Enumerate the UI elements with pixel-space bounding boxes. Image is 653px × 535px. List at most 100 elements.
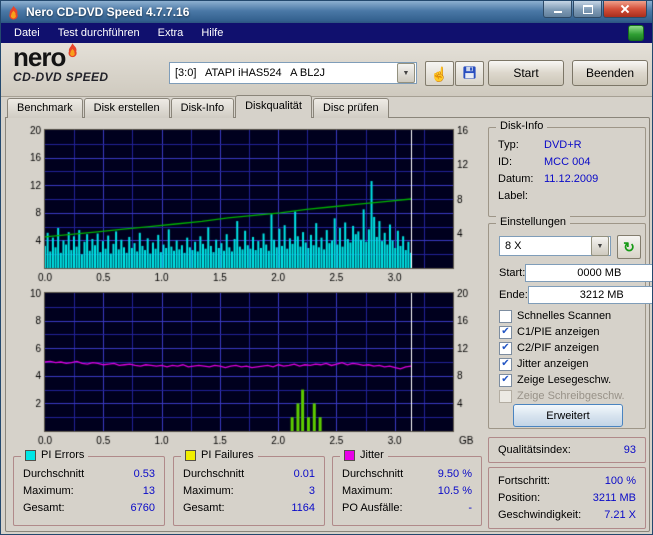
row-label: Typ: bbox=[498, 139, 519, 151]
tab-disc-pruefen[interactable]: Disc prüfen bbox=[312, 98, 389, 118]
quality-index-label: Qualitätsindex: bbox=[498, 444, 571, 456]
row-label: PO Ausfälle: bbox=[342, 502, 403, 514]
row-label: Maximum: bbox=[342, 485, 393, 497]
maximize-icon bbox=[582, 4, 593, 14]
checkbox-label: C1/PIE anzeigen bbox=[517, 326, 600, 338]
quit-button-label: Beenden bbox=[585, 66, 635, 80]
checkbox-box: ✔ bbox=[499, 373, 512, 387]
row-value: 6760 bbox=[130, 502, 155, 514]
titlebar[interactable]: Nero CD-DVD Speed 4.7.7.16 bbox=[1, 1, 652, 23]
advanced-button[interactable]: Erweitert bbox=[513, 404, 623, 427]
end-mb-row: Ende: bbox=[499, 286, 652, 304]
advanced-button-label: Erweitert bbox=[546, 409, 590, 422]
settings-group: Einstellungen 8 X ▼ ↻ Start: Ende: Schne… bbox=[488, 216, 652, 429]
chevron-down-icon[interactable]: ▼ bbox=[397, 63, 415, 83]
row-label: Position: bbox=[498, 492, 541, 504]
pi-errors-stats-box: PI Errors Durchschnitt 0.53 Maximum: 13 … bbox=[13, 449, 165, 526]
quality-index-box: Qualitätsindex: 93 bbox=[488, 437, 646, 463]
stat-row: Gesamt: 6760 bbox=[14, 500, 164, 517]
speed-row: Geschwindigkeit: 7.21 X bbox=[489, 507, 645, 524]
logo-subtext: CD-DVD SPEED bbox=[13, 70, 109, 84]
quality-index-value: 93 bbox=[623, 444, 636, 456]
flame-icon bbox=[66, 43, 79, 58]
position-row: Position: 3211 MB bbox=[489, 490, 645, 507]
checkbox-zeige-lesegeschw[interactable]: ✔ Zeige Lesegeschw. bbox=[499, 372, 643, 388]
pi-failures-color-swatch bbox=[185, 449, 196, 461]
row-value: 11.12.2009 bbox=[544, 173, 599, 185]
stat-row: Durchschnitt 9.50 % bbox=[333, 466, 481, 483]
tab-disk-info[interactable]: Disk-Info bbox=[170, 98, 235, 118]
eject-button[interactable]: ☝ bbox=[425, 61, 454, 86]
checkbox-c1-pie-anzeigen[interactable]: ✔ C1/PIE anzeigen bbox=[499, 324, 643, 340]
tab-diskqualitaet[interactable]: Diskqualität bbox=[235, 95, 312, 118]
stat-row: Maximum: 3 bbox=[174, 483, 324, 500]
row-value: 3 bbox=[308, 485, 315, 497]
settings-title: Einstellungen bbox=[496, 216, 571, 228]
stat-row: Gesamt: 1164 bbox=[174, 500, 324, 517]
chevron-down-icon[interactable]: ▼ bbox=[591, 236, 609, 256]
speed-select[interactable]: 8 X ▼ bbox=[499, 236, 611, 256]
start-button-label: Start bbox=[513, 66, 539, 80]
tab-label: Benchmark bbox=[17, 102, 73, 114]
row-label: Maximum: bbox=[23, 485, 74, 497]
checkbox-c2-pif-anzeigen[interactable]: ✔ C2/PIF anzeigen bbox=[499, 340, 643, 356]
row-value: DVD+R bbox=[544, 139, 582, 151]
close-button[interactable] bbox=[603, 1, 647, 18]
stat-row: Maximum: 10.5 % bbox=[333, 483, 481, 500]
disk-info-row-id: ID: MCC 004 bbox=[489, 154, 645, 171]
tab-label: Diskqualität bbox=[245, 100, 302, 112]
save-button[interactable] bbox=[455, 61, 484, 86]
stats-box-title: PI Failures bbox=[201, 449, 254, 461]
tab-disk-erstellen[interactable]: Disk erstellen bbox=[83, 98, 170, 118]
row-value: 13 bbox=[142, 485, 155, 497]
nero-green-icon bbox=[628, 25, 644, 41]
minimize-button[interactable] bbox=[543, 1, 572, 18]
end-mb-input[interactable] bbox=[527, 286, 652, 304]
checkbox-label: Zeige Lesegeschw. bbox=[517, 374, 612, 386]
tabstrip: Benchmark Disk erstellen Disk-Info Diskq… bbox=[5, 95, 648, 118]
quit-button[interactable]: Beenden bbox=[572, 60, 648, 86]
row-value: 3211 MB bbox=[592, 492, 636, 504]
row-label: ID: bbox=[498, 156, 513, 168]
progress-box: Fortschritt: 100 % Position: 3211 MB Ges… bbox=[488, 467, 646, 529]
menu-datei[interactable]: Datei bbox=[5, 24, 49, 42]
row-label: Maximum: bbox=[183, 485, 234, 497]
minimize-icon bbox=[553, 11, 562, 13]
checkbox-label: Zeige Schreibgeschw. bbox=[517, 390, 625, 402]
row-label: Fortschritt: bbox=[498, 475, 550, 487]
start-button[interactable]: Start bbox=[488, 60, 564, 86]
row-value: MCC 004 bbox=[544, 156, 591, 168]
logo-text: nero bbox=[13, 42, 66, 72]
tab-benchmark[interactable]: Benchmark bbox=[7, 98, 83, 118]
stat-row: PO Ausfälle: - bbox=[333, 500, 481, 517]
disk-info-group: Disk-Info Typ: DVD+R ID: MCC 004 Datum: … bbox=[488, 120, 646, 217]
window-controls bbox=[542, 1, 647, 18]
maximize-button[interactable] bbox=[573, 1, 602, 18]
tab-label: Disc prüfen bbox=[322, 102, 379, 114]
checkbox-box: ✔ bbox=[499, 357, 512, 371]
menu-extra[interactable]: Extra bbox=[149, 24, 193, 42]
hand-icon: ☝ bbox=[430, 65, 449, 82]
app-window: Nero CD-DVD Speed 4.7.7.16 Datei Test du… bbox=[0, 0, 653, 535]
stat-row: Durchschnitt 0.53 bbox=[14, 466, 164, 483]
row-label: Durchschnitt bbox=[23, 468, 85, 480]
close-icon bbox=[620, 4, 630, 14]
row-value: - bbox=[468, 502, 472, 514]
row-value: 0.53 bbox=[133, 468, 155, 480]
checkbox-schnelles-scannen[interactable]: Schnelles Scannen bbox=[499, 308, 643, 324]
menu-test-durchfuehren[interactable]: Test durchführen bbox=[49, 24, 149, 42]
checkbox-label: Jitter anzeigen bbox=[517, 358, 589, 370]
row-label: Gesamt: bbox=[183, 502, 225, 514]
disk-info-row-label: Label: bbox=[489, 188, 645, 205]
checkbox-jitter-anzeigen[interactable]: ✔ Jitter anzeigen bbox=[499, 356, 643, 372]
refresh-button[interactable]: ↻ bbox=[617, 235, 641, 259]
floppy-icon bbox=[462, 65, 477, 83]
drive-select[interactable]: [3:0] ATAPI iHAS524 A BL2J ▼ bbox=[169, 62, 417, 84]
app-icon bbox=[6, 5, 21, 20]
settings-checkboxes: Schnelles Scannen ✔ C1/PIE anzeigen ✔ C2… bbox=[499, 308, 643, 404]
checkbox-zeige-schreibgeschw: Zeige Schreibgeschw. bbox=[499, 388, 643, 404]
row-value: 7.21 X bbox=[604, 509, 636, 521]
start-mb-input[interactable] bbox=[525, 264, 652, 282]
menu-hilfe[interactable]: Hilfe bbox=[192, 24, 232, 42]
speed-select-value: 8 X bbox=[505, 240, 522, 252]
